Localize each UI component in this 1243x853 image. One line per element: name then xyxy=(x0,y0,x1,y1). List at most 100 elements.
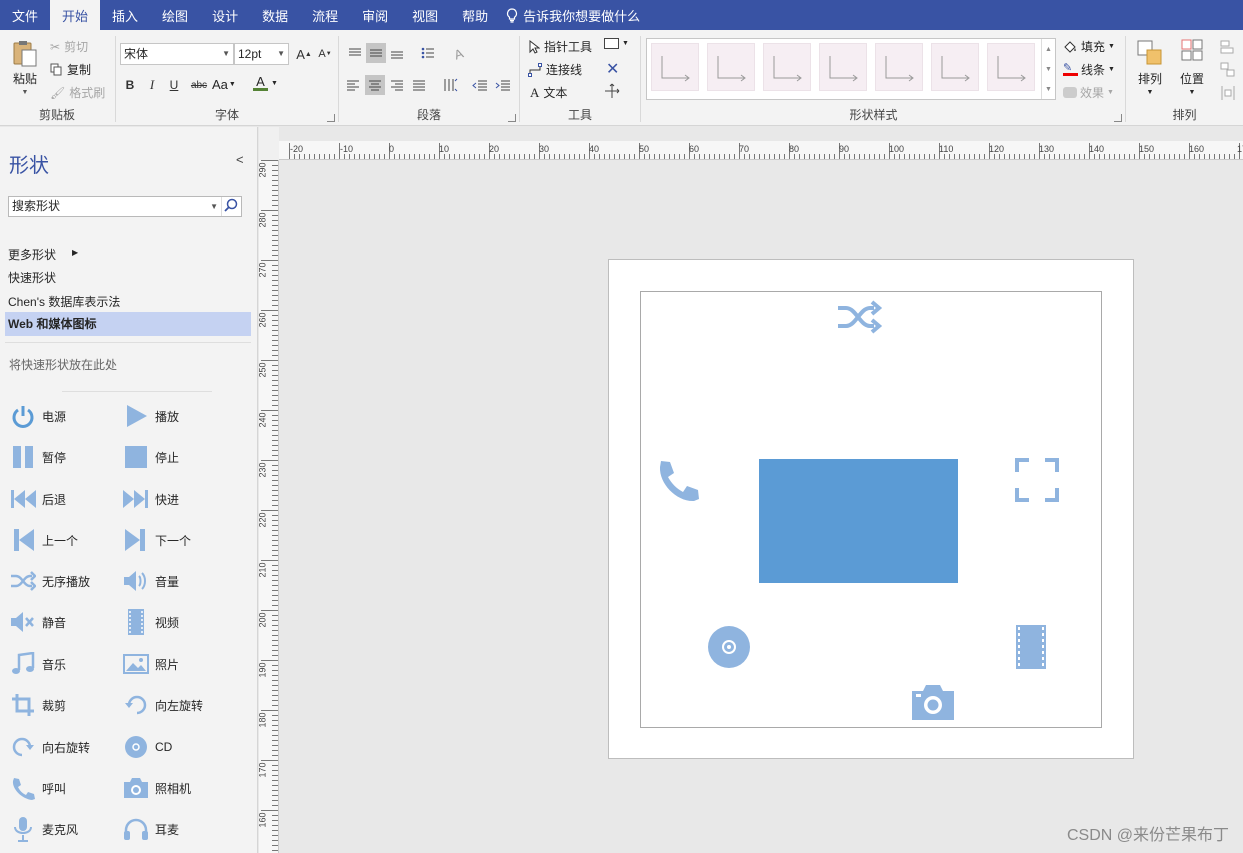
menu-draw[interactable]: 绘图 xyxy=(150,0,200,30)
cd-icon[interactable] xyxy=(707,625,751,669)
rectangle-tool-button[interactable]: ▼ xyxy=(604,38,629,49)
film-strip-icon[interactable] xyxy=(1015,625,1047,669)
font-color-button[interactable]: A ▼ xyxy=(253,75,278,91)
copy-button[interactable]: 复制 xyxy=(50,61,91,78)
align-bottom-button[interactable] xyxy=(387,43,407,63)
pointer-tool-button[interactable]: 指针工具 xyxy=(529,38,592,55)
text-tool-button[interactable]: A 文本 xyxy=(530,84,567,101)
font-dialog-launcher[interactable] xyxy=(327,114,335,122)
font-name-combo[interactable]: 宋体 ▼ xyxy=(120,43,234,65)
menu-process[interactable]: 流程 xyxy=(300,0,350,30)
bullets-button[interactable] xyxy=(418,43,438,63)
position-button[interactable]: 位置 ▼ xyxy=(1178,38,1206,96)
menu-help[interactable]: 帮助 xyxy=(450,0,500,30)
underline-button[interactable]: U xyxy=(164,75,184,95)
align-top-button[interactable] xyxy=(345,43,365,63)
stencil-stop[interactable]: 停止 xyxy=(123,444,179,470)
align-right-button[interactable] xyxy=(387,75,407,95)
menu-view[interactable]: 视图 xyxy=(400,0,450,30)
align-left-button[interactable] xyxy=(343,75,363,95)
stencil-play[interactable]: 播放 xyxy=(123,403,179,429)
grow-font-button[interactable]: A ▲ xyxy=(294,44,314,64)
stencil-rotate-left[interactable]: 向左旋转 xyxy=(123,692,203,718)
style-thumbnail[interactable] xyxy=(651,43,699,91)
spacing-button[interactable] xyxy=(1218,83,1238,103)
stencil-fast-forward[interactable]: 快进 xyxy=(123,486,179,512)
phone-icon[interactable] xyxy=(657,458,703,504)
fullscreen-icon[interactable] xyxy=(1015,458,1059,502)
justify-button[interactable] xyxy=(409,75,429,95)
format-painter-button[interactable]: 🖌 格式刷 xyxy=(50,84,105,101)
delete-connection-button[interactable]: ✕ xyxy=(606,59,619,79)
cut-button[interactable]: ✂ 剪切 xyxy=(50,38,88,55)
connector-tool-button[interactable]: 连接线 xyxy=(528,61,582,78)
stencil-volume[interactable]: 音量 xyxy=(123,568,179,594)
drawing-page[interactable] xyxy=(608,259,1134,759)
chevron-down-icon[interactable]: ▼ xyxy=(210,197,218,216)
decrease-indent-button[interactable] xyxy=(470,75,490,95)
align-shapes-button[interactable] xyxy=(1218,37,1238,57)
fill-button[interactable]: 填充 ▼ xyxy=(1063,38,1115,55)
line-button[interactable]: ✎ 线条 ▼ xyxy=(1063,61,1115,78)
shrink-font-button[interactable]: A ▼ xyxy=(315,44,335,64)
group-shapes-button[interactable] xyxy=(1218,60,1238,80)
scroll-up-icon[interactable]: ▲ xyxy=(1045,46,1052,53)
menu-data[interactable]: 数据 xyxy=(250,0,300,30)
stencil-video[interactable]: 视频 xyxy=(123,609,179,635)
bold-button[interactable]: B xyxy=(120,75,140,95)
shape-search-input[interactable]: 搜索形状 ▼ xyxy=(8,196,242,217)
stencil-camera[interactable]: 照相机 xyxy=(123,775,191,801)
effects-button[interactable]: 效果 ▼ xyxy=(1063,84,1114,101)
stencil-crop[interactable]: 裁剪 xyxy=(10,692,66,718)
menu-file[interactable]: 文件 xyxy=(0,0,50,30)
increase-indent-button[interactable] xyxy=(493,75,513,95)
blue-rectangle-shape[interactable] xyxy=(759,459,958,583)
connection-point-button[interactable] xyxy=(604,83,620,99)
menu-insert[interactable]: 插入 xyxy=(100,0,150,30)
paragraph-dialog-launcher[interactable] xyxy=(508,114,516,122)
stencil-mute[interactable]: 静音 xyxy=(10,609,66,635)
align-center-button[interactable] xyxy=(365,75,385,95)
stencil-shuffle[interactable]: 无序播放 xyxy=(10,568,90,594)
gallery-more-icon[interactable]: ▼ xyxy=(1045,86,1052,93)
stencil-previous[interactable]: 上一个 xyxy=(10,527,78,553)
stencil-cd[interactable]: CD xyxy=(123,734,172,760)
style-thumbnail[interactable] xyxy=(987,43,1035,91)
nav-chen-database[interactable]: Chen's 数据库表示法 xyxy=(8,293,120,310)
arrange-button[interactable]: 排列 ▼ xyxy=(1136,38,1164,96)
tell-me-search[interactable]: 告诉我你想要做什么 xyxy=(506,0,640,30)
paste-button[interactable]: 粘贴 ▼ xyxy=(10,38,40,96)
font-size-combo[interactable]: 12pt ▼ xyxy=(234,43,289,65)
align-middle-button[interactable] xyxy=(366,43,386,63)
shape-styles-dialog-launcher[interactable] xyxy=(1114,114,1122,122)
stencil-pause[interactable]: 暂停 xyxy=(10,444,66,470)
container-frame[interactable] xyxy=(640,291,1102,728)
stencil-call[interactable]: 呼叫 xyxy=(10,775,66,801)
nav-more-shapes[interactable]: 更多形状 ▶ xyxy=(8,246,78,263)
stencil-power[interactable]: 电源 xyxy=(10,403,66,429)
search-button[interactable] xyxy=(221,197,241,216)
stencil-music[interactable]: 音乐 xyxy=(10,651,66,677)
style-thumbnail[interactable] xyxy=(763,43,811,91)
menu-review[interactable]: 审阅 xyxy=(350,0,400,30)
stencil-photo[interactable]: 照片 xyxy=(123,651,179,677)
stencil-rewind[interactable]: 后退 xyxy=(10,486,66,512)
text-direction-button[interactable]: A xyxy=(450,43,470,63)
collapse-panel-icon[interactable]: < xyxy=(236,152,244,167)
menu-design[interactable]: 设计 xyxy=(200,0,250,30)
change-case-button[interactable]: Aa ▼ xyxy=(212,77,236,92)
gallery-scrollbar[interactable]: ▲ ▼ ▼ xyxy=(1041,39,1055,99)
vertical-text-button[interactable] xyxy=(440,75,460,95)
nav-web-media-icons[interactable]: Web 和媒体图标 xyxy=(5,312,251,336)
italic-button[interactable]: I xyxy=(142,75,162,95)
nav-quick-shapes[interactable]: 快速形状 xyxy=(8,269,56,286)
stencil-headphones[interactable]: 耳麦 xyxy=(123,816,179,842)
style-thumbnail[interactable] xyxy=(819,43,867,91)
stencil-rotate-right[interactable]: 向右旋转 xyxy=(10,734,90,760)
stencil-microphone[interactable]: 麦克风 xyxy=(10,816,78,842)
style-thumbnail[interactable] xyxy=(875,43,923,91)
drawing-canvas[interactable]: CSDN @来份芒果布丁 xyxy=(279,160,1243,853)
scroll-down-icon[interactable]: ▼ xyxy=(1045,66,1052,73)
camera-icon[interactable] xyxy=(911,683,955,721)
stencil-next[interactable]: 下一个 xyxy=(123,527,191,553)
